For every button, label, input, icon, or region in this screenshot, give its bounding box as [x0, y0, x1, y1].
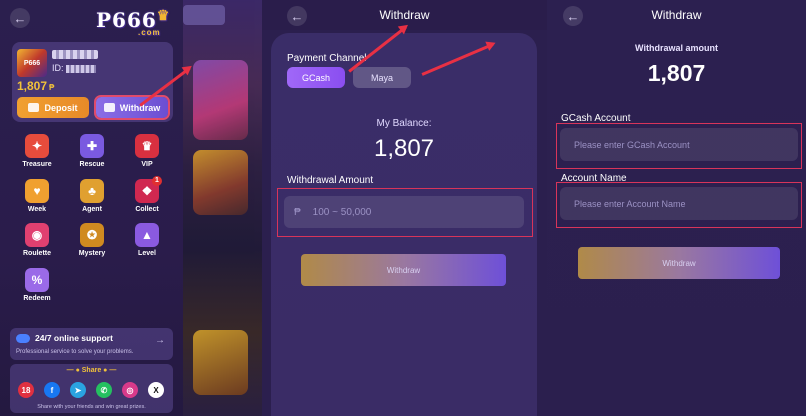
withdraw-button[interactable]: Withdraw — [94, 95, 170, 120]
menu-item-collect[interactable]: ❖ 1 Collect — [124, 176, 170, 213]
withdraw-button[interactable]: Withdraw — [301, 254, 506, 286]
amount-input[interactable]: ₱ 100 ~ 50,000 — [284, 196, 524, 228]
page-title: Withdraw — [651, 8, 702, 22]
user-balance: 1,807 ₱ — [17, 79, 55, 93]
channel-gcash[interactable]: GCash — [287, 67, 345, 88]
avatar: P666 — [17, 49, 47, 77]
peso-sign: ₱ — [294, 206, 301, 218]
account-name-input[interactable]: Please enter Account Name — [560, 187, 798, 220]
rescue-icon: ✚ — [80, 134, 104, 158]
vip-icon: ♛ — [135, 134, 159, 158]
treasure-icon: ✦ — [25, 134, 49, 158]
withdrawal-amount-label: Withdrawal amount — [635, 43, 718, 53]
menu-item-mystery[interactable]: ✪ Mystery — [69, 223, 115, 257]
user-id-redacted — [66, 64, 97, 73]
withdraw-button[interactable]: Withdraw — [578, 247, 780, 279]
menu-item-vip[interactable]: ♛ VIP — [124, 134, 170, 168]
share-panel: — ● Share ● — 18 f ➤ ✆ ◎ X Share with yo… — [10, 364, 173, 413]
balance-label: My Balance: — [376, 118, 432, 129]
share-icons: 18 f ➤ ✆ ◎ X — [18, 382, 164, 398]
channel-maya[interactable]: Maya — [353, 67, 411, 88]
withdrawal-amount-label: Withdrawal Amount — [287, 175, 374, 186]
menu-item-level[interactable]: ▲ Level — [124, 223, 170, 257]
user-card: P666 ID: 1,807 ₱ Deposit Withdraw — [12, 42, 173, 122]
gcash-account-input[interactable]: Please enter GCash Account — [560, 128, 798, 161]
support-subtitle: Professional service to solve your probl… — [16, 349, 134, 355]
whatsapp-icon[interactable]: ✆ — [96, 382, 112, 398]
menu-item-redeem[interactable]: % Redeem — [14, 268, 60, 302]
withdraw-icon — [103, 103, 115, 112]
online-support-banner[interactable]: 24/7 online support Professional service… — [10, 328, 173, 360]
support-title: 24/7 online support — [16, 333, 113, 343]
back-arrow-icon[interactable]: ← — [10, 8, 30, 28]
telegram-icon[interactable]: ➤ — [70, 382, 86, 398]
share-title: — ● Share ● — — [66, 367, 117, 374]
background-tab — [183, 5, 225, 25]
user-id: ID: — [52, 63, 97, 73]
withdraw-card: Payment Channel GCash Maya My Balance: 1… — [271, 33, 537, 416]
mystery-icon: ✪ — [80, 223, 104, 247]
redeem-icon: % — [25, 268, 49, 292]
menu-item-rescue[interactable]: ✚ Rescue — [69, 134, 115, 168]
background-game-thumbnail — [193, 330, 248, 395]
instagram-icon[interactable]: ◎ — [122, 382, 138, 398]
age-18-icon[interactable]: 18 — [18, 382, 34, 398]
chat-icon — [16, 333, 30, 343]
menu-item-agent[interactable]: ♣ Agent — [69, 179, 115, 213]
share-footer: Share with your friends and win great pr… — [37, 404, 146, 410]
menu-item-roulette[interactable]: ◉ Roulette — [14, 223, 60, 257]
x-icon[interactable]: X — [148, 382, 164, 398]
withdrawal-amount-value: 1,807 — [647, 60, 706, 86]
balance-value: 1,807 — [373, 135, 435, 162]
deposit-icon — [28, 103, 40, 112]
agent-icon: ♣ — [80, 179, 104, 203]
notification-badge: 1 — [152, 176, 162, 186]
crown-icon: ♛ — [156, 8, 171, 24]
week-icon: ♥ — [25, 179, 49, 203]
brand-logo: P666♛ .com — [96, 8, 171, 37]
account-menu-panel: ← P666♛ .com P666 ID: 1,807 ₱ Deposit With… — [0, 0, 262, 416]
menu-item-treasure[interactable]: ✦ Treasure — [14, 134, 60, 168]
amount-placeholder: 100 ~ 50,000 — [312, 206, 372, 218]
arrow-right-icon: → — [155, 335, 165, 346]
roulette-icon: ◉ — [25, 223, 49, 247]
payment-channel-label: Payment Channel — [287, 53, 367, 64]
username-redacted — [52, 50, 98, 59]
withdraw-channel-panel: ← Withdraw Payment Channel GCash Maya My… — [262, 0, 547, 416]
level-icon: ▲ — [135, 223, 159, 247]
withdraw-account-panel: ← Withdraw Withdrawal amount 1,807 GCash… — [547, 0, 806, 416]
deposit-button[interactable]: Deposit — [17, 97, 89, 118]
facebook-icon[interactable]: f — [44, 382, 60, 398]
menu-item-week[interactable]: ♥ Week — [14, 179, 60, 213]
screenshot-root: ← P666♛ .com P666 ID: 1,807 ₱ Deposit With… — [0, 0, 806, 416]
